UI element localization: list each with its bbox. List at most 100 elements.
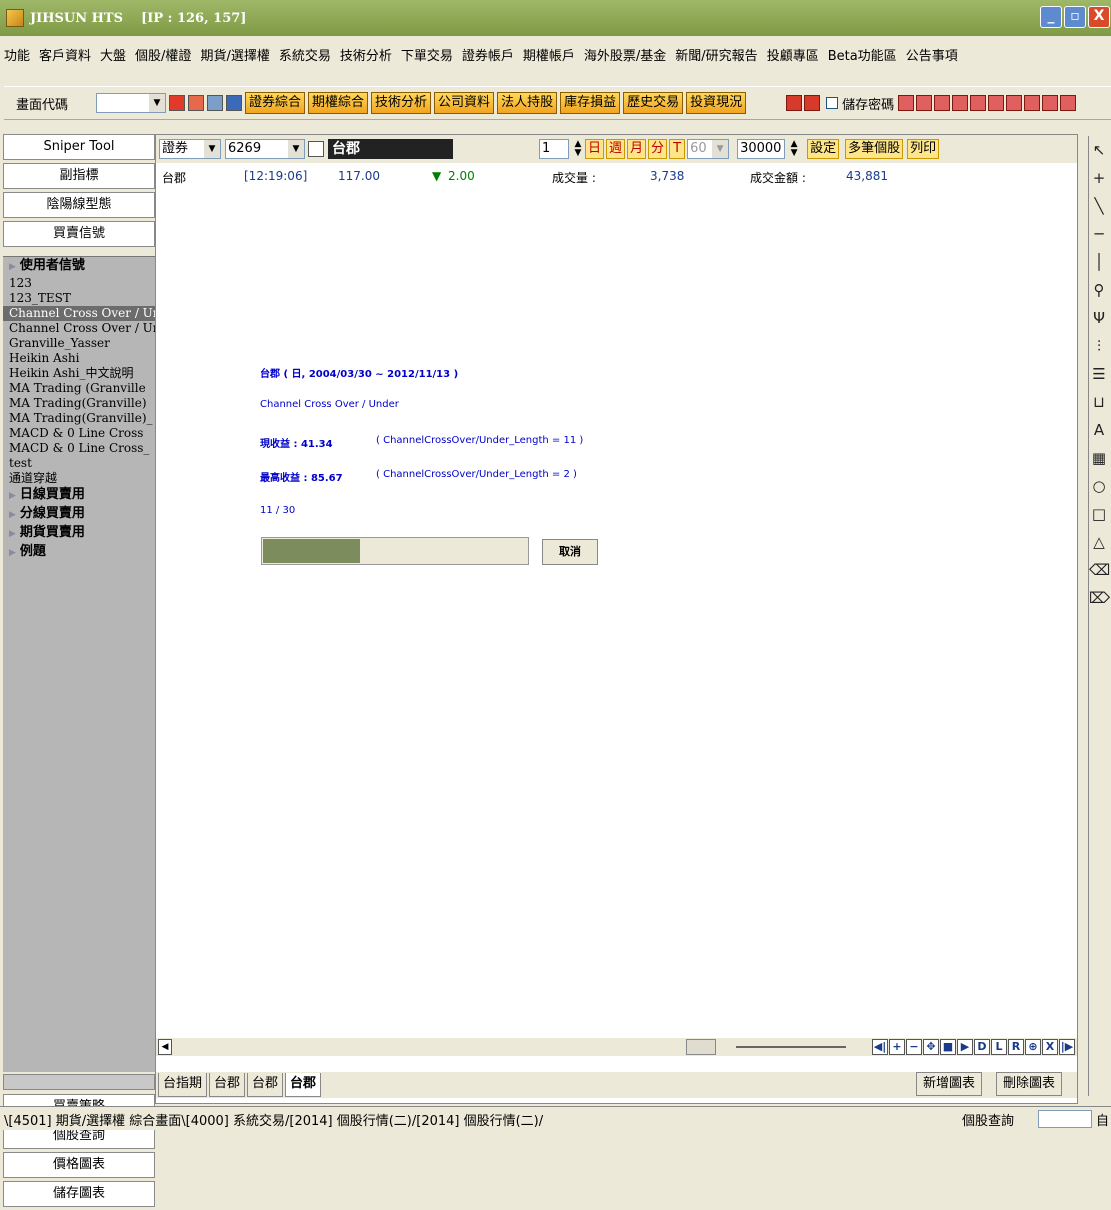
toolbar-button[interactable]: 法人持股 xyxy=(497,92,558,114)
list-icon[interactable] xyxy=(934,95,951,111)
trading-signal-button[interactable]: 買賣信號 xyxy=(3,221,155,247)
price-chart-button[interactable]: 價格圖表 xyxy=(3,1152,155,1178)
tree-item[interactable]: Granville_Yasser xyxy=(9,336,155,351)
trend-line-icon[interactable]: ╲ xyxy=(1089,192,1109,220)
play-icon[interactable]: ▶ xyxy=(957,1039,973,1055)
menu-item[interactable]: 大盤 xyxy=(100,45,126,64)
scroll-thumb[interactable] xyxy=(686,1039,716,1055)
draw-icon[interactable] xyxy=(898,95,915,111)
tree-item[interactable]: MACD & 0 Line Cross_ xyxy=(9,441,155,456)
menu-item[interactable]: 投顧專區 xyxy=(767,45,819,64)
minimize-button[interactable]: _ xyxy=(1040,6,1062,28)
multi-stock-button[interactable]: 多筆個股 xyxy=(845,139,904,159)
stop-icon[interactable]: ■ xyxy=(940,1039,956,1055)
chevron-down-icon[interactable]: ▼ xyxy=(149,94,165,112)
tree-item[interactable]: test xyxy=(9,456,155,471)
fan-icon[interactable]: ⫶ xyxy=(1089,332,1109,360)
grid-icon[interactable]: ▦ xyxy=(1089,444,1109,472)
chevron-down-icon[interactable]: ▼ xyxy=(288,140,304,158)
sniper-tool-button[interactable]: Sniper Tool xyxy=(3,134,155,160)
spinner-icon[interactable]: ▲ ▼ xyxy=(573,140,583,158)
period-month[interactable]: 月 xyxy=(627,139,647,159)
window-icon[interactable] xyxy=(188,95,204,111)
tree-item[interactable]: 通道穿越 xyxy=(9,471,155,486)
magnifier-icon[interactable]: ⊕ xyxy=(1025,1039,1041,1055)
zoom-out-icon[interactable]: − xyxy=(906,1039,922,1055)
period-week[interactable]: 週 xyxy=(606,139,626,159)
last-icon[interactable]: |▶ xyxy=(1059,1039,1075,1055)
chevron-down-icon[interactable]: ▼ xyxy=(712,140,729,158)
print-button[interactable]: 列印 xyxy=(907,139,940,159)
eraser-icon[interactable]: ⌫ xyxy=(1089,556,1110,584)
chart-tab[interactable]: 台郡 xyxy=(209,1073,246,1097)
tree-item[interactable]: MA Trading (Granville xyxy=(9,381,155,396)
spinner-icon[interactable]: ▲ ▼ xyxy=(789,140,799,158)
tree-item[interactable]: 123 xyxy=(9,276,155,291)
candlestick-pattern-button[interactable]: 陰陽線型態 xyxy=(3,192,155,218)
search-icon[interactable] xyxy=(308,141,324,157)
menu-item[interactable]: 海外股票/基金 xyxy=(584,45,666,64)
move-icon[interactable]: ✥ xyxy=(923,1039,939,1055)
horizontal-line-icon[interactable]: ─ xyxy=(1089,220,1109,248)
cycle-icon[interactable]: ⊔ xyxy=(1089,388,1109,416)
tree-item-selected[interactable]: Channel Cross Over / Ur xyxy=(3,306,155,321)
next-icon[interactable] xyxy=(804,95,821,111)
toolbar-button[interactable]: 投資現況 xyxy=(686,92,747,114)
chart-tab[interactable]: 台郡 xyxy=(247,1073,284,1097)
prev-icon[interactable] xyxy=(786,95,803,111)
toolbar-button[interactable]: 庫存損益 xyxy=(560,92,621,114)
pointer-icon[interactable]: ↖ xyxy=(1089,136,1109,164)
tree-folder[interactable]: 使用者信號 xyxy=(9,257,155,276)
menu-item[interactable]: 公告事項 xyxy=(906,45,958,64)
tree-item[interactable]: Channel Cross Over / Ur xyxy=(9,321,155,336)
market-select[interactable]: 證券 ▼ xyxy=(159,139,221,159)
fork-icon[interactable]: Ψ xyxy=(1089,304,1109,332)
tree-item[interactable]: Heikin Ashi_中文說明 xyxy=(9,366,155,381)
chart-tab-active[interactable]: 台郡 xyxy=(285,1073,322,1097)
menu-item[interactable]: 新聞/研究報告 xyxy=(675,45,757,64)
chevron-down-icon[interactable] xyxy=(226,95,242,111)
save-chart-button[interactable]: 儲存圖表 xyxy=(3,1181,155,1207)
delete-chart-button[interactable]: 刪除圖表 xyxy=(996,1072,1063,1096)
crosshair-icon[interactable]: + xyxy=(1089,164,1109,192)
menu-item[interactable]: 系統交易 xyxy=(279,45,331,64)
menu-item[interactable]: 功能 xyxy=(4,45,30,64)
count-input[interactable]: 1 xyxy=(539,139,569,159)
erase-all-icon[interactable]: ⌦ xyxy=(1089,584,1110,612)
menu-item[interactable]: 技術分析 xyxy=(340,45,392,64)
text-icon[interactable]: A xyxy=(1089,416,1109,444)
minutes-select[interactable]: 60 ▼ xyxy=(687,139,730,159)
chart-tab[interactable]: 台指期 xyxy=(158,1073,208,1097)
zoom-slider[interactable] xyxy=(736,1046,846,1048)
tool-icon[interactable] xyxy=(1024,95,1041,111)
stock-query-input[interactable] xyxy=(1038,1110,1092,1128)
d-button[interactable]: D xyxy=(974,1039,990,1055)
first-icon[interactable]: ◀| xyxy=(872,1039,888,1055)
menu-item[interactable]: 期權帳戶 xyxy=(523,45,575,64)
stock-code-input[interactable]: 6269 ▼ xyxy=(225,139,305,159)
ellipse-icon[interactable]: ○ xyxy=(1089,472,1109,500)
horizontal-scrollbar[interactable] xyxy=(3,1074,155,1090)
sub-indicator-button[interactable]: 副指標 xyxy=(3,163,155,189)
zoom-in-icon[interactable]: + xyxy=(889,1039,905,1055)
user-icon[interactable] xyxy=(1006,95,1023,111)
period-day[interactable]: 日 xyxy=(585,139,605,159)
tree-item[interactable]: Heikin Ashi xyxy=(9,351,155,366)
tree-item[interactable]: MACD & 0 Line Cross xyxy=(9,426,155,441)
fibonacci-icon[interactable]: ☰ xyxy=(1089,360,1109,388)
vertical-line-icon[interactable]: │ xyxy=(1089,248,1109,276)
pin-icon[interactable]: ⚲ xyxy=(1089,276,1109,304)
menu-item[interactable]: 期貨/選擇權 xyxy=(200,45,269,64)
toolbar-button[interactable]: 公司資料 xyxy=(434,92,495,114)
frame-icon[interactable] xyxy=(916,95,933,111)
menu-item[interactable]: 下單交易 xyxy=(401,45,453,64)
print-icon[interactable] xyxy=(1060,95,1077,111)
menu-item[interactable]: 證券帳戶 xyxy=(462,45,514,64)
scroll-left-icon[interactable]: ◀ xyxy=(158,1039,172,1055)
checkbox-icon[interactable] xyxy=(826,97,839,109)
save-icon[interactable] xyxy=(1042,95,1059,111)
note-icon[interactable] xyxy=(988,95,1005,111)
tree-folder[interactable]: 例題 xyxy=(9,543,155,562)
window-tabs[interactable]: \[4501] 期貨/選擇權 綜合畫面\[4000] 系統交易/[2014] 個… xyxy=(4,1110,543,1129)
add-chart-button[interactable]: 新增圖表 xyxy=(916,1072,983,1096)
